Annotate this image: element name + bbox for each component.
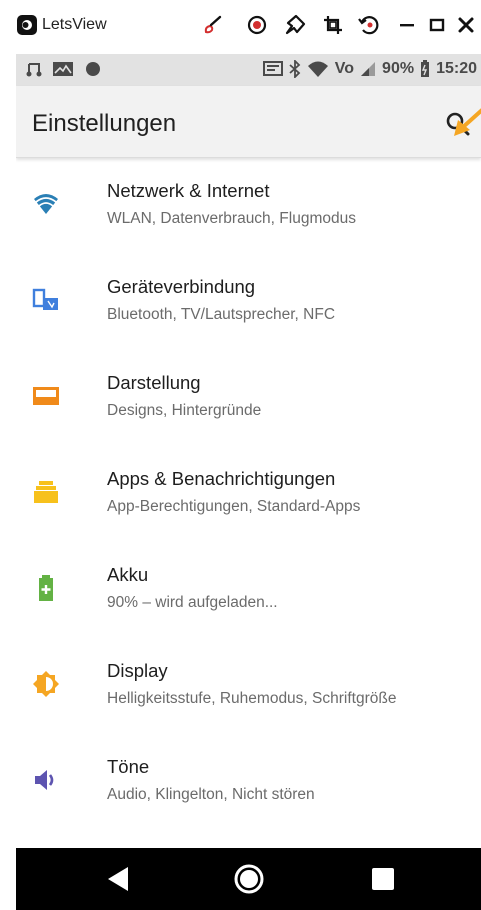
setting-subtitle: Audio, Klingelton, Nicht stören xyxy=(107,786,315,803)
battery-icon xyxy=(39,575,53,601)
setting-subtitle: Bluetooth, TV/Lautsprecher, NFC xyxy=(107,306,336,323)
setting-appearance[interactable]: Darstellung Designs, Hintergründe xyxy=(16,350,481,446)
crop-icon xyxy=(324,16,342,34)
brightness-icon xyxy=(33,671,59,697)
setting-subtitle: WLAN, Datenverbrauch, Flugmodus xyxy=(107,210,356,227)
close-icon xyxy=(458,17,474,33)
setting-subtitle: Designs, Hintergründe xyxy=(107,402,262,419)
setting-title: Display xyxy=(107,660,168,681)
music-icon xyxy=(26,63,42,77)
battery-percent: 90% xyxy=(382,60,415,77)
brush-button[interactable] xyxy=(200,12,226,38)
record-icon xyxy=(247,15,267,35)
rotate-button[interactable] xyxy=(356,12,382,38)
devices-icon xyxy=(32,288,58,310)
minimize-icon xyxy=(400,24,414,27)
circle-icon xyxy=(86,62,100,76)
setting-title: Töne xyxy=(107,756,150,777)
close-button[interactable] xyxy=(453,12,479,38)
pin-icon xyxy=(285,14,306,35)
phone-screen: Vo 90% 15:20 Einstellungen Netzwerk & In… xyxy=(16,54,481,910)
setting-devices[interactable]: Geräteverbindung Bluetooth, TV/Lautsprec… xyxy=(16,254,481,350)
setting-title: Netzwerk & Internet xyxy=(107,180,270,201)
setting-apps[interactable]: Apps & Benachrichtigungen App-Berechtigu… xyxy=(16,446,481,542)
recents-icon[interactable] xyxy=(366,862,400,896)
letsview-logo-icon xyxy=(17,15,37,35)
settings-appbar: Einstellungen xyxy=(16,86,481,158)
rotate-icon xyxy=(358,16,379,35)
setting-sound[interactable]: Töne Audio, Klingelton, Nicht stören xyxy=(16,734,481,830)
setting-display[interactable]: Display Helligkeitsstufe, Ruhemodus, Sch… xyxy=(16,638,481,734)
bluetooth-icon xyxy=(289,60,301,78)
window-title: LetsView xyxy=(42,16,107,33)
window-titlebar: LetsView xyxy=(0,0,481,54)
cast-icon xyxy=(262,61,283,76)
setting-subtitle: App-Berechtigungen, Standard-Apps xyxy=(107,498,361,515)
setting-title: Darstellung xyxy=(107,372,201,393)
image-icon xyxy=(53,62,73,76)
maximize-button[interactable] xyxy=(424,12,450,38)
wifi-icon xyxy=(307,61,328,77)
page-title: Einstellungen xyxy=(32,110,177,137)
pin-button[interactable] xyxy=(282,12,308,38)
signal-icon xyxy=(361,62,376,76)
setting-title: Apps & Benachrichtigungen xyxy=(107,468,336,489)
apps-icon xyxy=(34,481,58,503)
setting-title: Akku xyxy=(107,564,149,585)
clock: 15:20 xyxy=(436,60,477,77)
record-button[interactable] xyxy=(244,12,270,38)
android-navbar xyxy=(16,848,481,910)
setting-subtitle: 90% – wird aufgeladen... xyxy=(107,594,278,611)
pointer-arrow-icon xyxy=(454,108,481,136)
setting-title: Geräteverbindung xyxy=(107,276,256,297)
wifi-icon xyxy=(34,194,58,214)
android-statusbar: Vo 90% 15:20 xyxy=(16,54,481,86)
volume-icon xyxy=(35,770,54,790)
home-icon[interactable] xyxy=(232,862,266,896)
setting-network[interactable]: Netzwerk & Internet WLAN, Datenverbrauch… xyxy=(16,158,481,254)
volte-label: Vo xyxy=(334,60,355,77)
brush-icon xyxy=(204,15,222,34)
minimize-button[interactable] xyxy=(394,12,420,38)
back-icon[interactable] xyxy=(102,862,136,896)
setting-subtitle: Helligkeitsstufe, Ruhemodus, Schriftgröß… xyxy=(107,690,397,707)
maximize-icon xyxy=(429,18,445,32)
setting-battery[interactable]: Akku 90% – wird aufgeladen... xyxy=(16,542,481,638)
crop-button[interactable] xyxy=(320,12,346,38)
wallpaper-icon xyxy=(33,387,59,405)
battery-charging-icon xyxy=(421,60,430,77)
